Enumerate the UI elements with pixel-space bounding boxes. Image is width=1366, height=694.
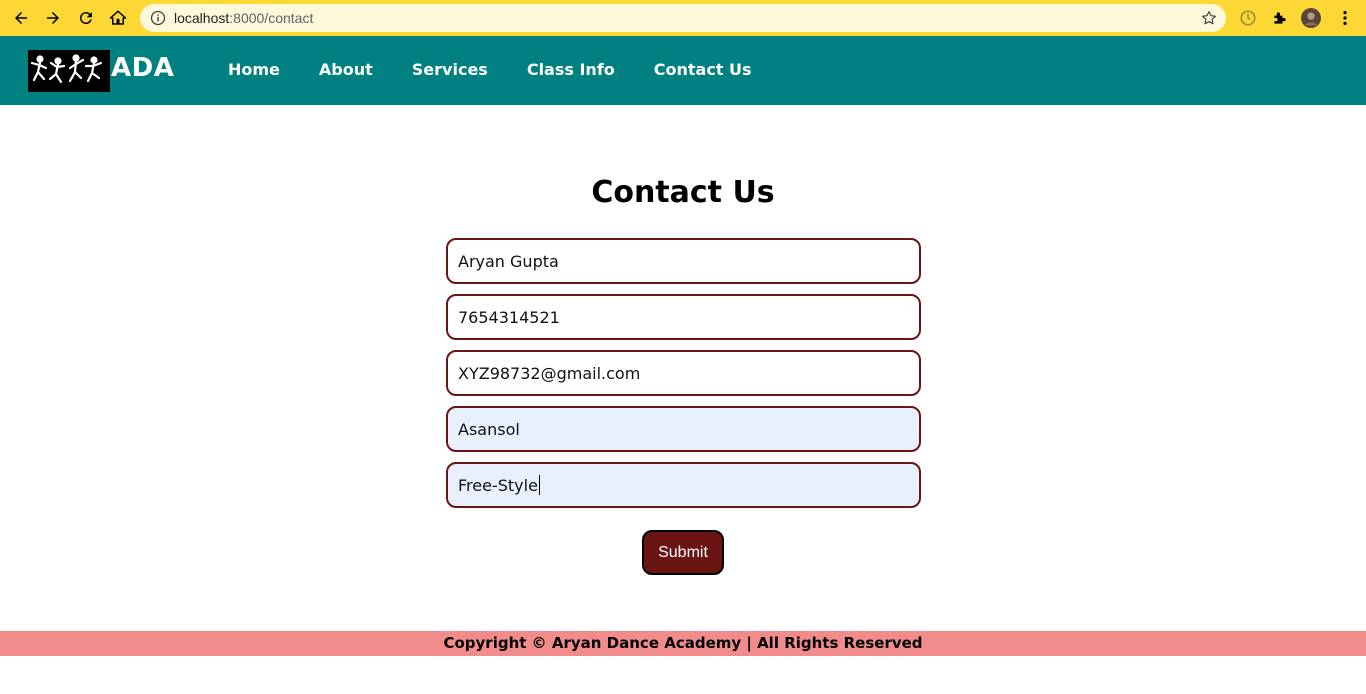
text-caret <box>538 475 540 495</box>
name-field[interactable]: Aryan Gupta <box>446 238 921 284</box>
phone-field[interactable]: 7654314521 <box>446 294 921 340</box>
name-field-value: Aryan Gupta <box>458 251 559 271</box>
reload-icon[interactable] <box>75 7 97 29</box>
email-field[interactable]: XYZ98732@gmail.com <box>446 350 921 396</box>
city-field-value: Asansol <box>458 419 520 439</box>
site-header: ADA Home About Services Class Info Conta… <box>0 36 1366 105</box>
dance-style-field-value: Free-Style <box>458 475 538 495</box>
nav-link-class-info[interactable]: Class Info <box>527 60 615 79</box>
nav-link-home[interactable]: Home <box>228 60 280 79</box>
profile-avatar[interactable] <box>1301 8 1321 28</box>
back-icon[interactable] <box>10 7 32 29</box>
page-title: Contact Us <box>591 175 775 210</box>
extension-timer-icon[interactable] <box>1238 8 1258 28</box>
extensions-puzzle-icon[interactable] <box>1270 8 1290 28</box>
nav-link-about[interactable]: About <box>319 60 373 79</box>
footer-copyright: Copyright © Aryan Dance Academy | All Ri… <box>0 631 1366 656</box>
email-field-value: XYZ98732@gmail.com <box>458 363 641 383</box>
nav-link-contact-us[interactable]: Contact Us <box>654 60 752 79</box>
bookmark-star-icon[interactable] <box>1200 9 1218 27</box>
url-text: localhost:8000/contact <box>174 10 314 26</box>
phone-field-value: 7654314521 <box>458 307 560 327</box>
forward-icon[interactable] <box>42 7 64 29</box>
browser-toolbar: localhost:8000/contact <box>0 0 1366 36</box>
nav-link-services[interactable]: Services <box>412 60 488 79</box>
menu-kebab-icon[interactable] <box>1335 8 1355 28</box>
dance-style-field[interactable]: Free-Style <box>446 462 921 508</box>
submit-button[interactable]: Submit <box>642 530 724 575</box>
main-nav: Home About Services Class Info Contact U… <box>228 60 791 79</box>
info-icon[interactable] <box>150 10 166 26</box>
home-icon[interactable] <box>107 7 129 29</box>
address-bar[interactable]: localhost:8000/contact <box>140 4 1226 32</box>
logo-image[interactable] <box>28 50 110 92</box>
logo-text[interactable]: ADA <box>111 53 174 83</box>
city-field[interactable]: Asansol <box>446 406 921 452</box>
